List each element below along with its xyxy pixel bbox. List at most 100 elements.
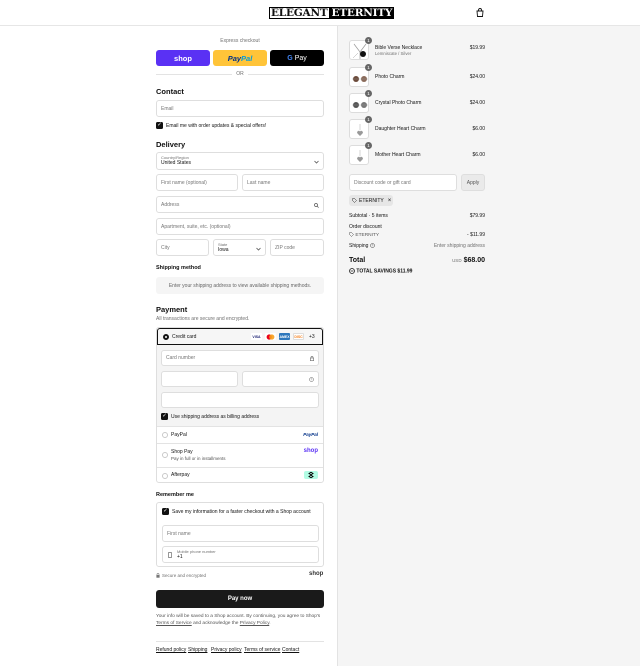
expiry-field[interactable] — [161, 371, 238, 387]
city-input[interactable] — [161, 244, 208, 251]
footer-divider — [156, 641, 324, 642]
item-name: Crystal Photo Charm — [375, 100, 422, 106]
discount-code-input[interactable] — [354, 179, 456, 186]
first-name-field[interactable] — [156, 174, 238, 191]
mobile-phone-field[interactable]: Mobile phone number +1 — [162, 546, 319, 563]
shop-pay-logo: shop — [174, 53, 192, 63]
tag-icon — [352, 198, 357, 203]
delivery-heading: Delivery — [156, 140, 186, 149]
item-price: $6.00 — [472, 126, 485, 132]
summary-item: 1 Crystal Photo Charm $24.00 — [349, 90, 485, 113]
country-select[interactable]: Country/Region United States — [156, 152, 324, 170]
header: ELEGANT ETERNITY — [0, 0, 640, 26]
visa-icon: VISA — [251, 333, 262, 340]
shop-logo: shop — [309, 571, 324, 577]
paypal-option-label: PayPal — [171, 432, 187, 438]
total-savings-row: TOTAL SAVINGS $11.99 — [349, 268, 485, 274]
brand-logo[interactable]: ELEGANT ETERNITY — [269, 7, 395, 19]
shipping-method-heading: Shipping method — [156, 265, 201, 271]
footer-contact[interactable]: Contact — [282, 647, 299, 653]
item-variant: Lemniscate / Silver — [375, 51, 412, 56]
shop-pay-option[interactable]: Shop Pay Pay in full or in installments … — [157, 443, 323, 467]
save-info-label: Save my information for a faster checkou… — [172, 509, 311, 515]
email-field[interactable] — [156, 100, 324, 117]
item-name: Photo Charm — [375, 74, 405, 80]
shipping-method-message: Enter your shipping address to view avai… — [156, 277, 324, 294]
google-g-icon: G — [287, 54, 293, 62]
country-value: United States — [161, 160, 192, 166]
shop-pay-button[interactable]: shop — [156, 50, 210, 66]
billing-address-label: Use shipping address as billing address — [171, 414, 260, 420]
first-name-input[interactable] — [161, 179, 237, 186]
save-info-checkbox[interactable]: ✓ — [162, 508, 169, 515]
order-discount-row: ETERNITY - $11.99 — [349, 232, 485, 238]
paypal-radio[interactable] — [162, 432, 168, 438]
name-on-card-field[interactable] — [161, 392, 319, 408]
discount-code-field[interactable] — [349, 174, 457, 191]
paypal-button[interactable]: Pay Pal — [213, 50, 267, 66]
paypal-option[interactable]: PayPal PayPal — [157, 426, 323, 443]
billing-address-checkbox[interactable]: ✓ — [161, 413, 168, 420]
more-cards-label: +3 — [309, 334, 315, 340]
google-pay-button[interactable]: G Pay — [270, 50, 324, 66]
city-field[interactable] — [156, 239, 209, 256]
mastercard-icon — [265, 333, 276, 340]
paypal-logo-a: Pay — [227, 53, 242, 63]
card-number-input[interactable] — [166, 355, 318, 361]
contact-heading: Contact — [156, 87, 184, 96]
footer-shipping[interactable]: Shipping — [188, 647, 207, 653]
newsletter-checkbox[interactable]: ✓ — [156, 122, 163, 129]
remember-first-name-input[interactable] — [167, 530, 318, 537]
newsletter-label: Email me with order updates & special of… — [166, 123, 267, 129]
apartment-input[interactable] — [161, 223, 323, 230]
shipping-value: Enter shipping address — [433, 243, 485, 249]
shop-pay-radio[interactable] — [162, 452, 168, 458]
subtotal-label: Subtotal · 5 items — [349, 213, 388, 219]
shopping-bag-icon[interactable] — [476, 8, 484, 17]
apply-button[interactable]: Apply — [461, 174, 485, 191]
shop-pay-option-label: Shop Pay — [171, 449, 193, 455]
search-icon — [314, 203, 319, 208]
savings-tag-icon — [349, 268, 355, 274]
last-name-field[interactable] — [242, 174, 324, 191]
summary-item: 1 Bible Verse Necklace Lemniscate / Silv… — [349, 37, 485, 60]
lock-icon — [310, 356, 314, 361]
footer-refund-policy[interactable]: Refund policy — [156, 647, 186, 653]
summary-item: 1 Mother Heart Charm $6.00 — [349, 142, 485, 165]
legal-text-2: and acknowledge the — [193, 621, 239, 626]
discount-code-name: ETERNITY — [355, 233, 380, 238]
address-input[interactable] — [161, 201, 323, 208]
privacy-policy-link[interactable]: Privacy Policy — [240, 621, 270, 626]
payment-subtitle: All transactions are secure and encrypte… — [156, 316, 250, 322]
afterpay-option-label: Afterpay — [171, 472, 190, 478]
applied-discount-tag: ETERNITY × — [349, 195, 393, 206]
remove-discount-icon[interactable]: × — [388, 198, 392, 204]
email-input[interactable] — [161, 105, 323, 112]
afterpay-radio[interactable] — [162, 473, 168, 479]
paypal-option-logo: PayPal — [303, 432, 318, 437]
security-code-field[interactable]: ? — [242, 371, 319, 387]
credit-card-option[interactable]: Credit card VISA AMEX DISC +3 — [157, 328, 323, 345]
last-name-input[interactable] — [247, 179, 323, 186]
apartment-field[interactable] — [156, 218, 324, 235]
terms-of-service-link[interactable]: Terms of Service — [156, 621, 192, 626]
brand-logo-part2: ETERNITY — [329, 7, 395, 19]
afterpay-option[interactable]: Afterpay — [157, 467, 323, 483]
footer-privacy-policy[interactable]: Privacy policy — [211, 647, 242, 653]
state-select[interactable]: State Iowa — [213, 239, 266, 256]
address-field[interactable] — [156, 196, 324, 213]
credit-card-radio[interactable] — [163, 334, 169, 340]
remember-first-name-field[interactable] — [162, 525, 319, 542]
card-number-field[interactable] — [161, 350, 319, 366]
help-circle-icon[interactable]: ? — [309, 377, 314, 382]
zip-input[interactable] — [275, 244, 323, 251]
help-circle-icon[interactable]: ? — [370, 243, 375, 248]
footer-terms-of-service[interactable]: Terms of service — [244, 647, 280, 653]
pay-now-button[interactable]: Pay now — [156, 590, 324, 608]
item-name: Daughter Heart Charm — [375, 126, 426, 132]
subtotal-value: $79.99 — [469, 213, 485, 219]
remember-me-box: ✓ Save my information for a faster check… — [156, 502, 324, 567]
payment-options: Credit card VISA AMEX DISC +3 ? ✓ Use sh… — [156, 327, 324, 483]
zip-field[interactable] — [270, 239, 324, 256]
secure-label: Secure and encrypted — [162, 573, 207, 578]
